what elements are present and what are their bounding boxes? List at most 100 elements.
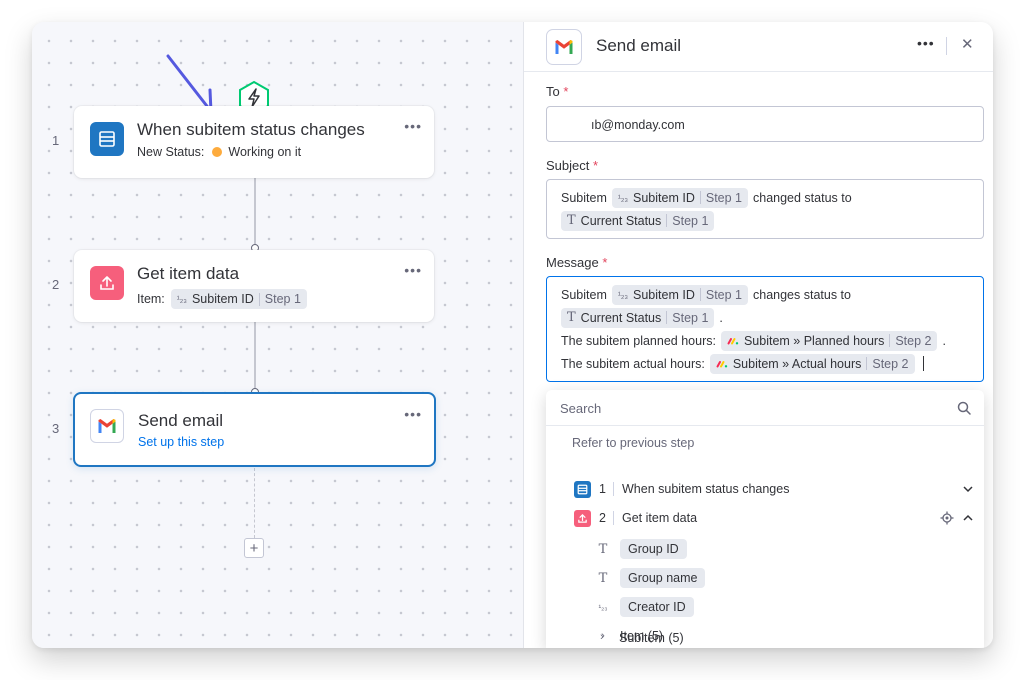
picker-step-row[interactable]: 1 When subitem status changes <box>574 478 974 500</box>
variable-token[interactable]: T Current Status Step 1 <box>561 210 715 231</box>
step-label: When subitem status changes <box>622 482 790 496</box>
search-icon[interactable] <box>956 400 972 416</box>
variable-token[interactable]: Subitem » Planned hours Step 2 <box>720 330 938 351</box>
picker-step-row[interactable]: 2 Get item data <box>574 507 974 529</box>
search-input[interactable] <box>560 398 940 418</box>
token-step: Step 1 <box>672 213 709 228</box>
text-type-icon: T <box>598 570 608 586</box>
text-run: Subitem <box>561 287 607 302</box>
connector-line <box>254 468 255 538</box>
message-line: The subitem planned hours: Subitem » Pla… <box>561 329 969 352</box>
token-step: Step 2 <box>895 333 932 348</box>
field-pill: Group ID <box>620 539 687 559</box>
required-mark: * <box>593 158 599 173</box>
more-icon[interactable]: ••• <box>404 118 422 134</box>
monday-icon <box>716 360 728 367</box>
token-label: Current Status <box>580 310 662 325</box>
step-card-send-email[interactable]: Send email Set up this step ••• <box>73 392 436 467</box>
connector-line <box>254 322 256 392</box>
required-mark: * <box>563 84 569 99</box>
gmail-icon <box>546 29 582 65</box>
variable-token[interactable]: ¹₂₃ Subitem ID Step 1 <box>611 284 748 305</box>
variable-token[interactable]: ¹₂₃ Subitem ID Step 1 <box>170 289 307 309</box>
to-value-line: ıb@monday.com <box>561 113 969 136</box>
chevron-up-icon[interactable] <box>962 512 974 524</box>
text-run: . <box>942 333 946 348</box>
text-type-icon: T <box>567 309 576 325</box>
step-number: 3 <box>52 421 60 436</box>
more-icon[interactable]: ••• <box>404 406 422 422</box>
add-step-button[interactable]: + <box>244 538 264 558</box>
field-pill: Creator ID <box>620 597 694 617</box>
subject-line: T Current Status Step 1 <box>561 209 969 232</box>
more-icon[interactable]: ••• <box>917 35 935 51</box>
text-run: The subitem planned hours: <box>561 333 716 348</box>
panel-header: Send email ••• ✕ <box>524 22 993 72</box>
token-divider <box>258 292 260 306</box>
step-subtitle: New Status: Working on it <box>137 145 301 159</box>
variable-token[interactable]: Subitem » Actual hours Step 2 <box>709 353 915 374</box>
message-line: Subitem ¹₂₃ Subitem ID Step 1 changes st… <box>561 283 969 306</box>
variable-picker-dropdown: Refer to previous step 1 When subitem st… <box>546 390 984 648</box>
step-card-trigger[interactable]: When subitem status changes New Status: … <box>74 106 434 178</box>
token-label: Subitem ID <box>633 190 695 205</box>
text-run: . <box>719 310 723 325</box>
step-sub-label: Item: <box>137 292 165 306</box>
chevron-right-icon: › <box>600 631 604 643</box>
connector-line <box>254 178 256 248</box>
token-divider <box>699 191 701 204</box>
close-icon[interactable]: ✕ <box>961 35 974 53</box>
token-divider <box>699 288 701 301</box>
picker-field-row[interactable]: T Group ID <box>596 538 687 560</box>
divider <box>613 482 614 496</box>
to-label: To * <box>546 84 568 99</box>
crosshair-icon[interactable] <box>940 511 954 525</box>
panel-title: Send email <box>596 36 682 55</box>
text-run: Subitem <box>561 190 607 205</box>
workflow-canvas: + 1 When subitem status changes New Stat… <box>32 22 523 648</box>
group-label: Subitem (5) <box>619 631 684 645</box>
step-title: Get item data <box>137 264 240 283</box>
to-value: ıb@monday.com <box>591 117 685 132</box>
variable-token[interactable]: ¹₂₃ Subitem ID Step 1 <box>611 187 748 208</box>
text-type-icon: T <box>567 212 576 228</box>
token-step: Step 1 <box>705 287 742 302</box>
subject-label: Subject * <box>546 158 598 173</box>
board-icon <box>574 480 591 498</box>
token-label: Subitem » Actual hours <box>732 356 862 371</box>
step-card-get-item-data[interactable]: Get item data Item: ¹₂₃ Subitem ID Step … <box>74 250 434 322</box>
divider <box>613 511 614 525</box>
field-pill: Group name <box>620 568 706 588</box>
message-field[interactable]: Subitem ¹₂₃ Subitem ID Step 1 changes st… <box>546 276 984 382</box>
gmail-icon <box>90 409 124 443</box>
chevron-down-icon[interactable] <box>962 483 974 495</box>
to-field[interactable]: ıb@monday.com <box>546 106 984 142</box>
upload-icon <box>574 509 591 527</box>
number-type-icon: ¹₂₃ <box>617 192 629 203</box>
token-step: Step 1 <box>705 190 742 205</box>
subject-field[interactable]: Subitem ¹₂₃ Subitem ID Step 1 changed st… <box>546 179 984 239</box>
upload-icon <box>90 266 124 300</box>
more-icon[interactable]: ••• <box>404 262 422 278</box>
variable-token[interactable]: T Current Status Step 1 <box>561 307 715 328</box>
subject-line: Subitem ¹₂₃ Subitem ID Step 1 changed st… <box>561 186 969 209</box>
setup-step-link[interactable]: Set up this step <box>138 435 224 449</box>
number-type-icon: ¹₂₃ <box>176 294 187 304</box>
step-label: Get item data <box>622 511 698 525</box>
automation-window: + 1 When subitem status changes New Stat… <box>32 22 993 648</box>
step-number: 1 <box>52 133 60 148</box>
picker-field-row[interactable]: T Group name <box>596 567 706 589</box>
picker-field-row[interactable]: ¹₂₃ Creator ID <box>596 596 694 618</box>
text-type-icon: T <box>598 541 608 557</box>
token-label: Current Status <box>580 213 662 228</box>
to-label-text: To <box>546 84 560 99</box>
divider <box>946 37 947 55</box>
number-type-icon: ¹₂₃ <box>598 602 608 612</box>
step-title: When subitem status changes <box>137 120 365 139</box>
text-run: changed status to <box>753 190 852 205</box>
token-step: Step 1 <box>264 292 301 306</box>
token-label: Subitem ID <box>633 287 695 302</box>
picker-search <box>546 390 984 426</box>
text-run: changes status to <box>753 287 851 302</box>
picker-group-row-clipped[interactable]: › Subitem (5) <box>595 631 684 648</box>
